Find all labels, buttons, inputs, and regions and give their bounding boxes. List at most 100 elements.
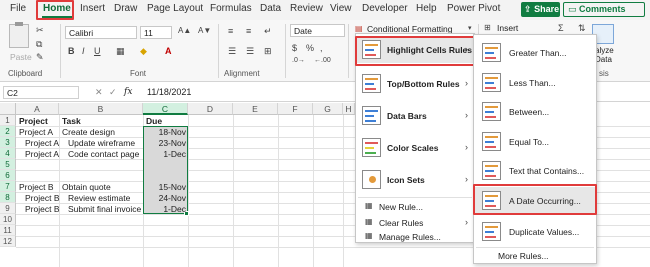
tab-help[interactable]: Help [416, 3, 437, 14]
column-header-b[interactable]: B [59, 103, 143, 115]
cell-c8[interactable]: 1-Dec [144, 204, 186, 215]
decrease-decimal-icon[interactable]: ←.00 [314, 57, 331, 64]
cell-a1[interactable]: Project [19, 116, 48, 127]
accounting-icon[interactable]: $ [292, 44, 297, 53]
borders-icon[interactable]: ▦ [116, 47, 125, 56]
row-header-4[interactable]: 4 [0, 148, 16, 159]
align-center-icon[interactable]: ☰ [246, 47, 254, 56]
equal-to-item[interactable]: Equal To... [474, 128, 596, 156]
comments-button[interactable]: ▭ Comments [563, 2, 645, 17]
more-rules-item[interactable]: More Rules... [474, 249, 596, 263]
font-size-box[interactable]: 11 [140, 26, 172, 39]
row-header-11[interactable]: 11 [0, 225, 16, 236]
cell-a6[interactable]: Project B [19, 182, 54, 193]
row-header-12[interactable]: 12 [0, 236, 16, 247]
cell-a4[interactable]: Project A [25, 149, 59, 160]
insert-cells-icon[interactable]: ⊞ [484, 24, 491, 32]
analyze-data-label[interactable]: alyze Data [595, 46, 614, 64]
tab-draw[interactable]: Draw [114, 3, 137, 14]
cell-c3[interactable]: 23-Nov [144, 138, 186, 149]
fill-color-icon[interactable]: ◆ [140, 47, 147, 56]
cell-c2[interactable]: 18-Nov [144, 127, 186, 138]
bold-icon[interactable]: B [68, 47, 75, 56]
select-all-corner[interactable] [0, 103, 16, 115]
row-header-6[interactable]: 6 [0, 170, 16, 181]
less-than-item[interactable]: Less Than... [474, 69, 596, 97]
between-item[interactable]: Between... [474, 98, 596, 126]
tab-file[interactable]: File [10, 3, 26, 14]
paste-icon[interactable] [9, 22, 29, 48]
merge-center-icon[interactable]: ⊞ [264, 47, 272, 56]
column-header-e[interactable]: E [233, 103, 278, 115]
text-that-contains-item[interactable]: Text that Contains... [474, 157, 596, 185]
cell-b2[interactable]: Create design [62, 127, 115, 138]
duplicate-values-item[interactable]: Duplicate Values... [474, 218, 596, 246]
tab-insert[interactable]: Insert [80, 3, 105, 14]
cell-b6[interactable]: Obtain quote [62, 182, 111, 193]
cell-a3[interactable]: Project A [25, 138, 59, 149]
row-header-1[interactable]: 1 [0, 115, 16, 126]
font-grow-icon[interactable]: A▲ [178, 27, 191, 35]
top-align-icon[interactable]: ≡ [228, 27, 233, 36]
cell-b3[interactable]: Update wireframe [68, 138, 135, 149]
format-painter-icon[interactable]: ✎ [36, 53, 44, 62]
number-format-box[interactable]: Date [290, 24, 345, 37]
copy-icon[interactable]: ⧉ [36, 40, 42, 49]
wrap-text-icon[interactable]: ↵ [264, 27, 272, 36]
name-box[interactable]: C2 [3, 86, 79, 99]
comma-icon[interactable]: , [320, 44, 323, 53]
clear-rules-item[interactable]: ▦ Clear Rules › [356, 216, 474, 230]
tab-power-pivot[interactable]: Power Pivot [447, 3, 500, 14]
cell-b7[interactable]: Review estimate [68, 193, 130, 204]
cell-b8[interactable]: Submit final invoice [68, 204, 141, 215]
data-bars-item[interactable]: Data Bars › [356, 103, 474, 129]
manage-rules-item[interactable]: ▦ Manage Rules... [356, 230, 474, 244]
tab-page-layout[interactable]: Page Layout [147, 3, 203, 14]
column-header-a[interactable]: A [16, 103, 59, 115]
enter-formula-icon[interactable]: ✓ [109, 88, 117, 97]
row-header-5[interactable]: 5 [0, 159, 16, 170]
icon-sets-item[interactable]: Icon Sets › [356, 167, 474, 193]
underline-icon[interactable]: U [94, 47, 101, 56]
row-header-10[interactable]: 10 [0, 214, 16, 225]
column-header-h[interactable]: H [343, 103, 355, 115]
tab-review[interactable]: Review [290, 3, 323, 14]
row-header-8[interactable]: 8 [0, 192, 16, 203]
row-header-3[interactable]: 3 [0, 137, 16, 148]
top-bottom-rules-item[interactable]: Top/Bottom Rules › [356, 71, 474, 97]
cut-icon[interactable]: ✂ [36, 26, 44, 35]
tab-formulas[interactable]: Formulas [210, 3, 252, 14]
middle-align-icon[interactable]: ≡ [246, 27, 251, 36]
tab-developer[interactable]: Developer [362, 3, 408, 14]
cell-b4[interactable]: Code contact page [68, 149, 139, 160]
cell-a8[interactable]: Project B [25, 204, 60, 215]
cell-b1[interactable]: Task [62, 116, 81, 127]
font-shrink-icon[interactable]: A▼ [198, 27, 211, 35]
cell-c6[interactable]: 15-Nov [144, 182, 186, 193]
increase-decimal-icon[interactable]: .0→ [292, 57, 305, 64]
italic-icon[interactable]: I [82, 47, 85, 56]
column-header-g[interactable]: G [313, 103, 343, 115]
column-header-f[interactable]: F [278, 103, 313, 115]
formula-input[interactable]: 11/18/2021 [147, 87, 191, 97]
cell-a7[interactable]: Project B [25, 193, 60, 204]
sort-filter-icon[interactable]: ⇅ [578, 24, 586, 33]
new-rule-item[interactable]: ▦ New Rule... [356, 200, 474, 214]
percent-icon[interactable]: % [306, 44, 314, 53]
share-button[interactable]: ⇪ Share [521, 2, 560, 17]
row-header-9[interactable]: 9 [0, 203, 16, 214]
cell-c4[interactable]: 1-Dec [144, 149, 186, 160]
greater-than-item[interactable]: Greater Than... [474, 39, 596, 67]
insert-function-icon[interactable]: fx [124, 87, 132, 97]
tab-data[interactable]: Data [260, 3, 281, 14]
tab-view[interactable]: View [330, 3, 352, 14]
font-name-box[interactable]: Calibri [65, 26, 137, 39]
font-color-icon[interactable]: A [165, 47, 172, 56]
column-header-d[interactable]: D [188, 103, 233, 115]
align-left-icon[interactable]: ☰ [228, 47, 236, 56]
cell-a2[interactable]: Project A [19, 127, 53, 138]
sum-icon[interactable]: Σ [558, 24, 564, 33]
cell-c7[interactable]: 24-Nov [144, 193, 186, 204]
column-header-c[interactable]: C [143, 103, 188, 115]
row-header-2[interactable]: 2 [0, 126, 16, 137]
